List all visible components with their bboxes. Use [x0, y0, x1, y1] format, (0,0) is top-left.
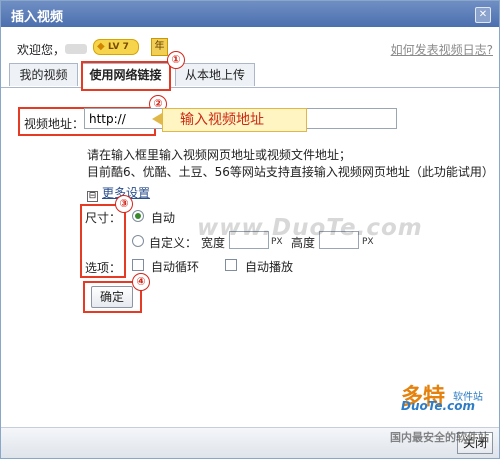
annual-vip-icon: 年	[151, 38, 168, 56]
close-icon[interactable]: ✕	[475, 7, 491, 23]
size-custom-label: 自定义：	[149, 236, 198, 250]
size-custom-radio[interactable]	[132, 235, 144, 247]
tab-bar: 我的视频 使用网络链接 从本地上传	[1, 63, 499, 88]
size-label: 尺寸：	[85, 211, 122, 225]
help-link[interactable]: 如何发表视频日志?	[391, 41, 493, 58]
ok-button[interactable]: 确定	[91, 286, 133, 308]
welcome-text: 欢迎您，	[17, 43, 66, 57]
annotation-marker-1: ①	[167, 51, 185, 69]
dialog-title: 插入视频	[11, 10, 64, 25]
tab-network-link[interactable]: 使用网络链接	[81, 63, 170, 88]
options-label: 选项：	[85, 261, 122, 275]
tab-my-videos[interactable]: 我的视频	[9, 63, 78, 86]
url-callout: 输入视频地址	[162, 108, 307, 132]
size-auto-radio[interactable]	[132, 210, 144, 222]
auto-loop-checkbox[interactable]	[132, 259, 144, 271]
blurred-username	[65, 44, 87, 54]
video-url-label: 视频地址：	[24, 117, 85, 131]
logo-domain: DuoTe.com	[401, 399, 475, 413]
auto-loop-label: 自动循环	[151, 260, 200, 274]
callout-arrow	[152, 113, 162, 125]
autoplay-checkbox[interactable]	[225, 259, 237, 271]
insert-video-dialog: 插入视频 ✕ 欢迎您， ◆ LV 7 年 如何发表视频日志? 我的视频 使用网络…	[0, 0, 500, 459]
dialog-title-bar: 插入视频 ✕	[1, 1, 499, 27]
url-hint-line-1: 请在输入框里输入视频网页地址或视频文件地址；	[87, 148, 352, 162]
autoplay-label: 自动播放	[245, 260, 294, 274]
url-hint-line-2: 目前酷6、优酷、土豆、56等网站支持直接输入视频网页地址（此功能试用）	[87, 165, 494, 179]
duote-logo: 多特 软件站 DuoTe.com	[361, 379, 499, 429]
diamond-icon: ◆	[97, 41, 105, 52]
annotation-marker-4: ④	[132, 273, 150, 291]
tab-local-upload[interactable]: 从本地上传	[175, 63, 255, 86]
level-badge: ◆ LV 7	[93, 39, 139, 55]
center-watermark: www.DuoTe.com	[197, 215, 423, 241]
size-auto-label: 自动	[151, 211, 176, 225]
level-text: LV 7	[108, 42, 129, 52]
collapse-icon[interactable]: ⊟	[87, 191, 98, 202]
slogan-watermark: 国内最安全的软件站	[390, 431, 489, 444]
